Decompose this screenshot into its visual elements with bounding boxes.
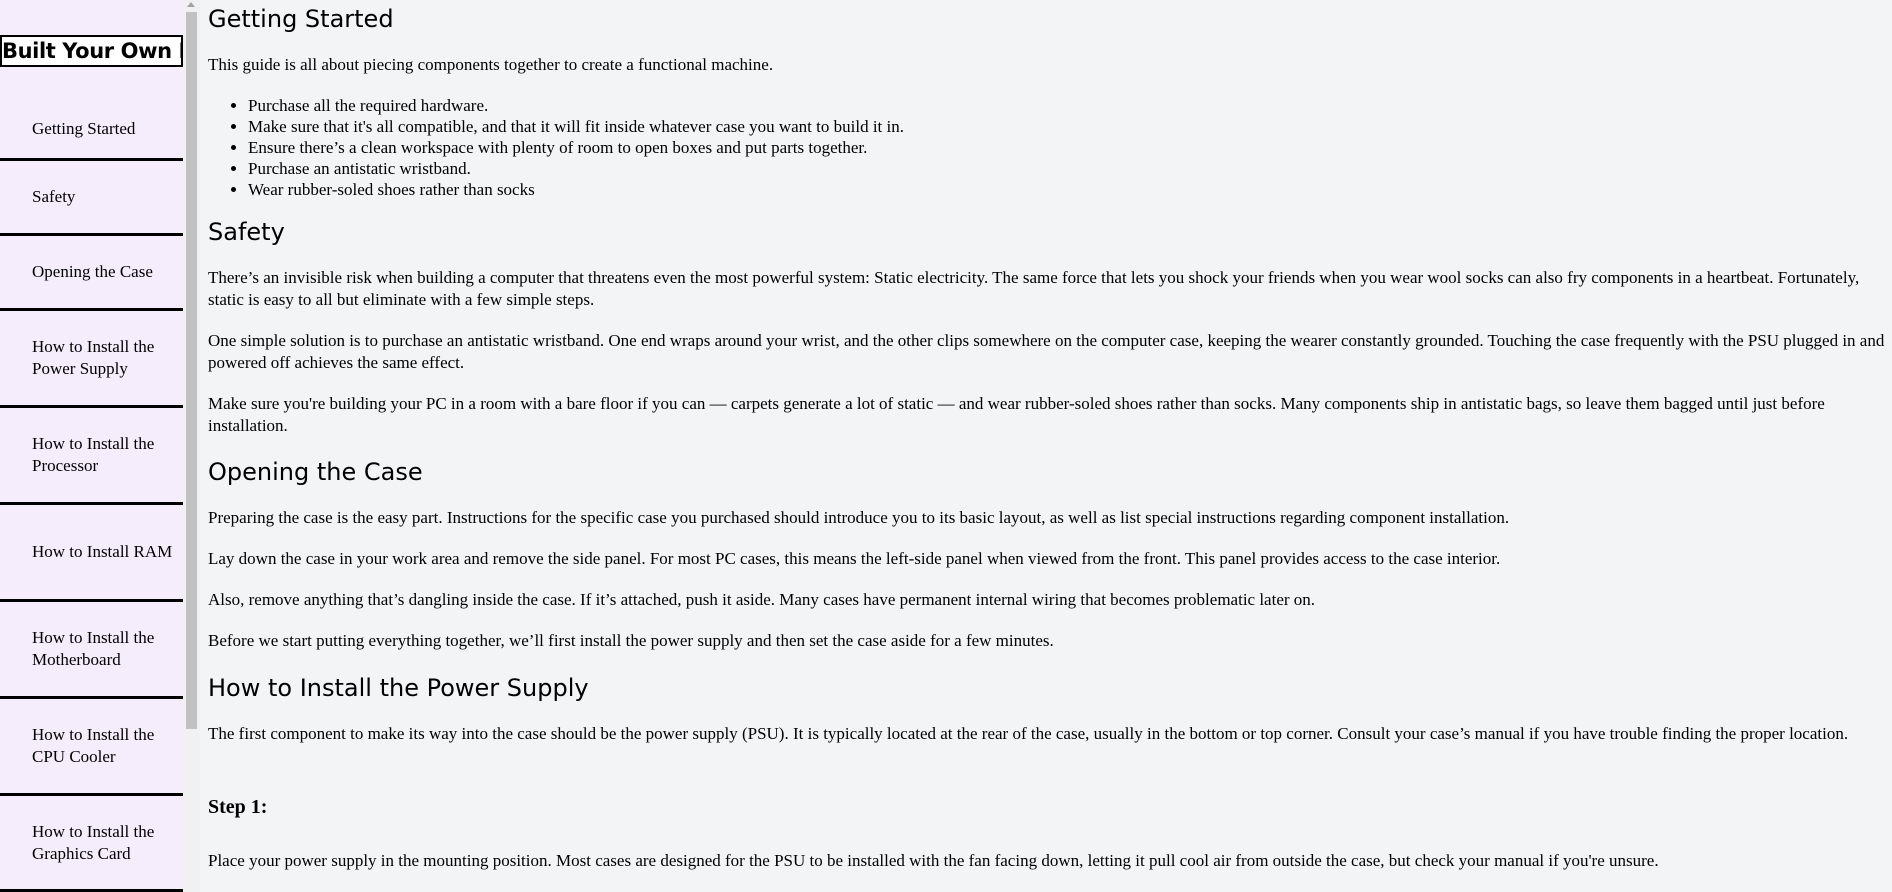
- sidebar-scrollbar[interactable]: [183, 0, 200, 892]
- main-content: Getting Started This guide is all about …: [208, 0, 1892, 892]
- nav-link-install-graphics-card[interactable]: How to Install the Graphics Card: [0, 796, 183, 892]
- nav-link-install-power-supply[interactable]: How to Install the Power Supply: [0, 311, 183, 408]
- nav-link-opening-the-case[interactable]: Opening the Case: [0, 236, 183, 311]
- scrollbar-thumb[interactable]: [186, 12, 197, 729]
- opening-case-paragraph: Preparing the case is the easy part. Ins…: [208, 508, 1510, 527]
- safety-paragraph: One simple solution is to purchase an an…: [208, 331, 1885, 372]
- getting-started-checklist: Purchase all the required hardware. Make…: [208, 95, 904, 200]
- safety-paragraph: There’s an invisible risk when building …: [208, 268, 1860, 309]
- nav-link-safety[interactable]: Safety: [0, 161, 183, 236]
- step-1-heading: Step 1:: [208, 796, 268, 818]
- nav-link-install-processor[interactable]: How to Install the Processor: [0, 408, 183, 505]
- nav-link-getting-started[interactable]: Getting Started: [0, 99, 183, 161]
- list-item: Ensure there’s a clean workspace with pl…: [248, 137, 904, 158]
- nav-link-install-cpu-cooler[interactable]: How to Install the CPU Cooler: [0, 699, 183, 796]
- heading-getting-started: Getting Started: [208, 5, 394, 33]
- nav-link-install-motherboard[interactable]: How to Install the Motherboard: [0, 602, 183, 699]
- step-1-text: Place your power supply in the mounting …: [208, 851, 1659, 870]
- list-item: Purchase an antistatic wristband.: [248, 158, 904, 179]
- nav-header-title: Built Your Own Pc: [0, 35, 183, 67]
- list-item: Make sure that it's all compatible, and …: [248, 116, 904, 137]
- list-item: Purchase all the required hardware.: [248, 95, 904, 116]
- opening-case-paragraph: Before we start putting everything toget…: [208, 631, 1054, 650]
- opening-case-paragraph: Also, remove anything that’s dangling in…: [208, 590, 1316, 609]
- opening-case-paragraph: Lay down the case in your work area and …: [208, 549, 1501, 568]
- safety-paragraph: Make sure you're building your PC in a r…: [208, 394, 1825, 435]
- list-item: Wear rubber-soled shoes rather than sock…: [248, 179, 904, 200]
- heading-safety: Safety: [208, 218, 285, 246]
- heading-opening-the-case: Opening the Case: [208, 458, 423, 486]
- power-supply-paragraph: The first component to make its way into…: [208, 724, 1849, 743]
- getting-started-intro: This guide is all about piecing componen…: [208, 55, 774, 74]
- heading-install-power-supply: How to Install the Power Supply: [208, 674, 589, 702]
- nav-link-install-ram[interactable]: How to Install RAM: [0, 505, 183, 602]
- scroll-up-arrow-icon[interactable]: [187, 2, 195, 7]
- sidebar-nav: Built Your Own Pc Getting Started Safety…: [0, 0, 183, 892]
